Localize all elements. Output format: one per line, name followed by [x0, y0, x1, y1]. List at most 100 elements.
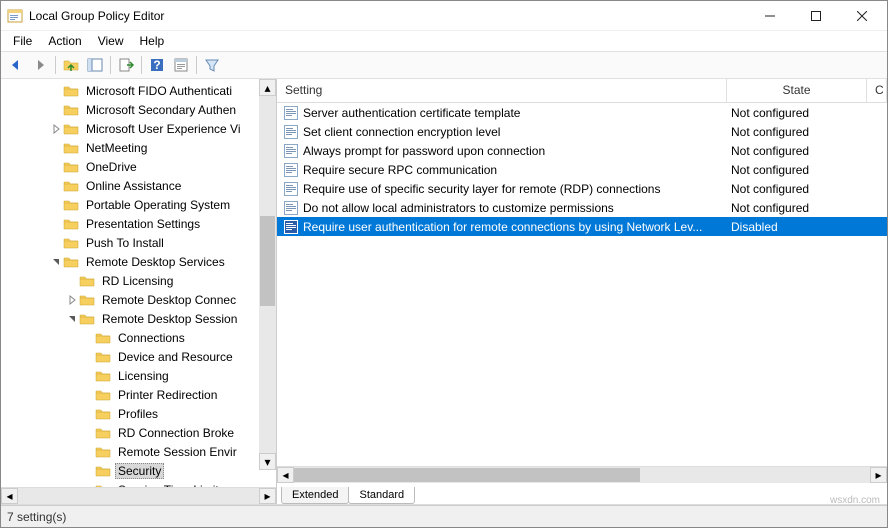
tree-item-label: Session Time Limits	[115, 482, 228, 488]
scroll-thumb[interactable]	[260, 216, 275, 306]
tree[interactable]: Microsoft FIDO Authenticati Microsoft Sec…	[1, 79, 276, 487]
tree-item-label: Online Assistance	[83, 178, 184, 194]
toolbar-separator	[110, 56, 111, 74]
column-comment[interactable]: C	[867, 79, 887, 102]
setting-state: Not configured	[727, 125, 867, 139]
setting-name: Do not allow local administrators to cus…	[303, 201, 727, 215]
menu-file[interactable]: File	[5, 32, 40, 50]
tree-item[interactable]: RD Licensing	[1, 271, 276, 290]
scroll-left-icon[interactable]: ◂	[277, 467, 294, 483]
right-pane: Setting State C Server authentication ce…	[277, 79, 887, 504]
setting-name: Require secure RPC communication	[303, 163, 727, 177]
tree-item-label: Profiles	[115, 406, 161, 422]
expand-open-icon[interactable]	[49, 255, 63, 269]
menu-help[interactable]: Help	[132, 32, 173, 50]
menu-view[interactable]: View	[90, 32, 132, 50]
scroll-right-icon[interactable]: ▸	[259, 488, 276, 504]
column-state[interactable]: State	[727, 79, 867, 102]
properties-button[interactable]	[170, 54, 192, 76]
tree-item-label: OneDrive	[83, 159, 140, 175]
list-row[interactable]: Require user authentication for remote c…	[277, 217, 887, 236]
window-controls	[747, 1, 885, 31]
maximize-button[interactable]	[793, 1, 839, 31]
tree-item[interactable]: Remote Session Envir	[1, 442, 276, 461]
list-row[interactable]: Set client connection encryption levelNo…	[277, 122, 887, 141]
tree-item-label: RD Connection Broke	[115, 425, 237, 441]
tree-item[interactable]: Microsoft Secondary Authen	[1, 100, 276, 119]
tree-item[interactable]: RD Connection Broke	[1, 423, 276, 442]
scroll-right-icon[interactable]: ▸	[870, 467, 887, 483]
tree-item[interactable]: Profiles	[1, 404, 276, 423]
tree-item[interactable]: Security	[1, 461, 276, 480]
scroll-down-icon[interactable]: ▾	[259, 453, 276, 470]
scroll-thumb[interactable]	[294, 468, 640, 482]
tree-item[interactable]: Remote Desktop Services	[1, 252, 276, 271]
tree-item[interactable]: Online Assistance	[1, 176, 276, 195]
tree-item[interactable]: Connections	[1, 328, 276, 347]
tree-item-label: Portable Operating System	[83, 197, 233, 213]
tree-item[interactable]: Presentation Settings	[1, 214, 276, 233]
minimize-button[interactable]	[747, 1, 793, 31]
showhide-button[interactable]	[84, 54, 106, 76]
tab-extended[interactable]: Extended	[281, 487, 349, 504]
scroll-left-icon[interactable]: ◂	[1, 488, 18, 504]
list-row[interactable]: Server authentication certificate templa…	[277, 103, 887, 122]
expand-closed-icon[interactable]	[49, 122, 63, 136]
tree-item[interactable]: Microsoft User Experience Vi	[1, 119, 276, 138]
list-row[interactable]: Require use of specific security layer f…	[277, 179, 887, 198]
tree-item[interactable]: Remote Desktop Connec	[1, 290, 276, 309]
tree-item-label: Presentation Settings	[83, 216, 203, 232]
up-button[interactable]	[60, 54, 82, 76]
tree-item[interactable]: Device and Resource	[1, 347, 276, 366]
export-button[interactable]	[115, 54, 137, 76]
tree-item[interactable]: Microsoft FIDO Authenticati	[1, 81, 276, 100]
setting-state: Not configured	[727, 182, 867, 196]
tree-item[interactable]: Portable Operating System	[1, 195, 276, 214]
list-row[interactable]: Always prompt for password upon connecti…	[277, 141, 887, 160]
list-row[interactable]: Require secure RPC communicationNot conf…	[277, 160, 887, 179]
setting-state: Not configured	[727, 106, 867, 120]
tree-item[interactable]: Push To Install	[1, 233, 276, 252]
column-setting[interactable]: Setting	[277, 79, 727, 102]
expand-open-icon[interactable]	[65, 312, 79, 326]
expand-spacer	[49, 84, 63, 98]
close-button[interactable]	[839, 1, 885, 31]
expand-spacer	[81, 331, 95, 345]
expand-spacer	[81, 407, 95, 421]
tree-item-label: Microsoft Secondary Authen	[83, 102, 239, 118]
settings-list[interactable]: Server authentication certificate templa…	[277, 103, 887, 466]
tab-standard[interactable]: Standard	[348, 487, 415, 504]
filter-button[interactable]	[201, 54, 223, 76]
menu-action[interactable]: Action	[40, 32, 89, 50]
expand-spacer	[81, 426, 95, 440]
expand-spacer	[81, 350, 95, 364]
tree-item[interactable]: Printer Redirection	[1, 385, 276, 404]
tree-pane: Microsoft FIDO Authenticati Microsoft Sec…	[1, 79, 277, 504]
toolbar: ?	[1, 51, 887, 79]
tree-vertical-scrollbar[interactable]: ▴ ▾	[259, 79, 276, 470]
tree-horizontal-scrollbar[interactable]: ◂ ▸	[1, 487, 276, 504]
status-bar: 7 setting(s)	[1, 505, 887, 527]
tree-item-label: Device and Resource	[115, 349, 236, 365]
setting-name: Set client connection encryption level	[303, 125, 727, 139]
tree-item-label: RD Licensing	[99, 273, 176, 289]
tree-item[interactable]: NetMeeting	[1, 138, 276, 157]
scroll-up-icon[interactable]: ▴	[259, 79, 276, 96]
help-button[interactable]: ?	[146, 54, 168, 76]
list-row[interactable]: Do not allow local administrators to cus…	[277, 198, 887, 217]
back-button[interactable]	[5, 54, 27, 76]
expand-spacer	[81, 483, 95, 488]
expand-spacer	[49, 160, 63, 174]
tree-item[interactable]: Session Time Limits	[1, 480, 276, 487]
window-title: Local Group Policy Editor	[29, 9, 747, 23]
expand-closed-icon[interactable]	[65, 293, 79, 307]
tree-item[interactable]: Licensing	[1, 366, 276, 385]
forward-button[interactable]	[29, 54, 51, 76]
list-horizontal-scrollbar[interactable]: ◂ ▸	[277, 466, 887, 483]
tree-item[interactable]: OneDrive	[1, 157, 276, 176]
expand-spacer	[81, 464, 95, 478]
expand-spacer	[49, 179, 63, 193]
expand-spacer	[81, 388, 95, 402]
toolbar-separator	[55, 56, 56, 74]
tree-item[interactable]: Remote Desktop Session	[1, 309, 276, 328]
